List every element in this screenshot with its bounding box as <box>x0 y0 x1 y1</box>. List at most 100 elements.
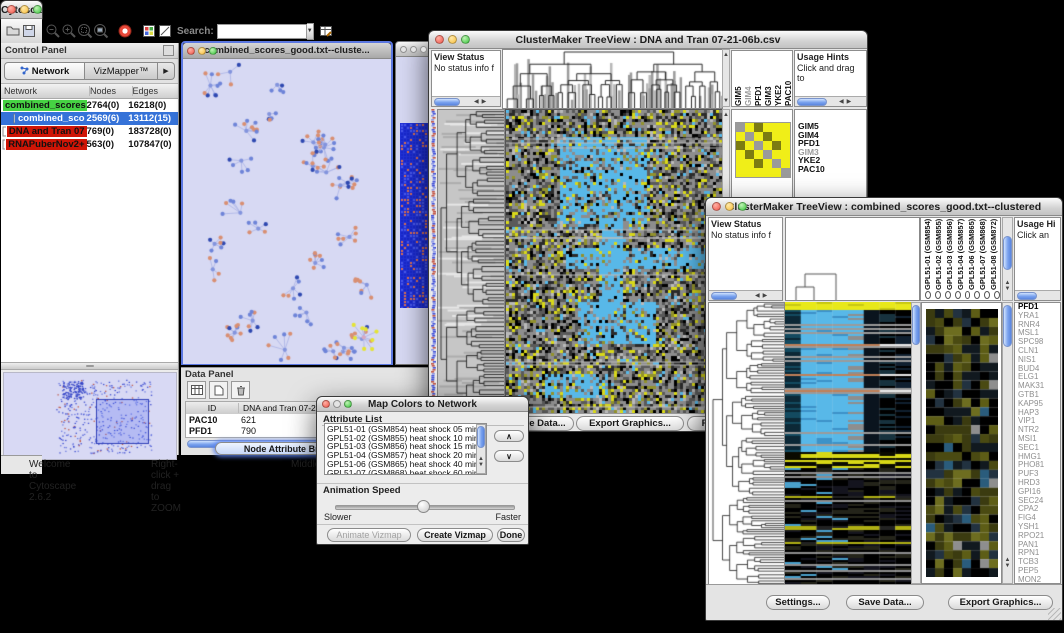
network-view-titlebar[interactable]: combined_scores_good.txt--cluste... <box>183 43 391 59</box>
scroll-left-icon[interactable]: ◀ <box>755 293 760 299</box>
attribute-list-scrollbar[interactable]: ▲ ▼ <box>476 424 486 474</box>
scroll-up-icon[interactable]: ▲ <box>723 52 729 58</box>
treeview2-titlebar[interactable]: ClusterMaker TreeView : combined_scores_… <box>706 198 1062 216</box>
scroll-right-icon[interactable]: ▶ <box>763 293 768 299</box>
network-row[interactable]: combined_scores 2764(0) 16218(0) <box>1 99 178 112</box>
export-graphics-button[interactable]: Export Graphics... <box>576 416 684 431</box>
float-panel-icon[interactable] <box>163 45 174 56</box>
col-nodes[interactable]: Nodes <box>90 86 133 96</box>
zoom-button[interactable] <box>209 47 217 55</box>
data-col-id[interactable]: ID <box>186 403 239 413</box>
network-row[interactable]: RNAPuberNov2+ 563(0) 107847(0) <box>1 138 178 151</box>
treeview2-global-heatmap[interactable] <box>785 302 911 584</box>
column-label[interactable]: PFD1 <box>754 52 764 106</box>
scroll-down-icon[interactable]: ▼ <box>1003 286 1012 292</box>
close-button[interactable] <box>712 202 721 211</box>
row-label[interactable]: PAC10 <box>798 165 866 174</box>
array-label[interactable]: GPL51-03 (GSM856) <box>944 218 955 290</box>
minimize-button[interactable] <box>725 202 734 211</box>
treeview1-gene-dendrogram[interactable] <box>437 109 505 414</box>
col-network[interactable]: Network <box>1 86 90 96</box>
export-graphics-button[interactable]: Export Graphics... <box>948 595 1053 610</box>
network-overview[interactable] <box>3 372 177 460</box>
treeview2-array-dendrogram[interactable] <box>785 217 920 301</box>
slider-thumb[interactable] <box>417 500 430 513</box>
scroll-down-icon[interactable]: ▼ <box>1003 563 1012 569</box>
array-label[interactable]: GPL51-07 (GSM868) <box>977 218 988 290</box>
close-button[interactable] <box>7 5 16 14</box>
create-vizmap-button[interactable]: Create Vizmap <box>417 528 493 542</box>
treeview2-gene-scrollbar[interactable]: ▲ ▼ <box>1002 302 1013 584</box>
new-attribute-icon[interactable] <box>209 381 228 399</box>
zoom-matrix[interactable] <box>735 122 791 178</box>
column-label[interactable]: PAC10 <box>784 52 793 106</box>
usage-hints-scrollbar[interactable]: ◀ ▶ <box>795 96 866 106</box>
save-icon[interactable] <box>21 22 37 41</box>
close-button[interactable] <box>187 47 195 55</box>
treeview2-gene-dendrogram[interactable] <box>708 302 785 586</box>
treeview1-titlebar[interactable]: ClusterMaker TreeView : DNA and Tran 07-… <box>429 31 867 49</box>
animation-speed-slider[interactable] <box>335 500 513 512</box>
scroll-left-icon[interactable]: ◀ <box>474 99 479 105</box>
scroll-right-icon[interactable]: ▶ <box>482 99 487 105</box>
scroll-down-icon[interactable]: ▼ <box>723 98 729 104</box>
scroll-right-icon[interactable]: ▶ <box>847 99 852 105</box>
treeview1-column-dendrogram[interactable] <box>502 49 723 109</box>
network-canvas[interactable] <box>183 59 391 364</box>
attribute-item[interactable]: GPL51-07 (GSM868) heat shock 60 min <box>327 469 484 475</box>
zoom-button[interactable] <box>344 400 352 408</box>
vizmapper-icon[interactable] <box>141 22 157 41</box>
zoom-in-icon[interactable] <box>61 22 77 41</box>
scroll-down-icon[interactable]: ▼ <box>477 462 485 468</box>
dense-network-canvas[interactable] <box>400 123 428 308</box>
tab-overflow-arrow[interactable]: ▶ <box>158 62 175 80</box>
array-label[interactable]: GPL51-02 (GSM855) <box>933 218 944 290</box>
view-status-scrollbar[interactable]: ◀ ▶ <box>709 290 782 300</box>
tab-vizmapper[interactable]: VizMapper™ <box>85 62 158 80</box>
minimize-button[interactable] <box>410 46 417 53</box>
minimize-button[interactable] <box>333 400 341 408</box>
col-edges[interactable]: Edges <box>133 86 178 96</box>
zoom-button[interactable] <box>420 46 427 53</box>
array-label[interactable]: GPL51-04 (GSM857) <box>955 218 966 290</box>
array-label[interactable]: GPL51-08 (GSM872) <box>988 218 999 290</box>
move-down-button[interactable]: ∨ <box>494 450 524 462</box>
panel-divider[interactable] <box>1 362 178 370</box>
view-status-scrollbar[interactable]: ◀ ▶ <box>432 96 500 106</box>
attribute-browser-icon[interactable] <box>318 22 334 41</box>
treeview2-header-scrollbar[interactable]: ▲ ▼ <box>1002 217 1013 301</box>
column-label[interactable]: GIM3 <box>764 52 774 106</box>
search-dropdown-arrow[interactable]: ▼ <box>307 23 314 40</box>
network-row[interactable]: DNA and Tran 07 769(0) 183728(0) <box>1 125 178 138</box>
treeview2-heatmap-scrollbar[interactable] <box>911 302 921 584</box>
close-button[interactable] <box>400 46 407 53</box>
cytoscape-titlebar[interactable]: Cytoscape Desktop (Session Name: collins… <box>1 1 42 19</box>
search-input[interactable] <box>217 24 307 39</box>
table-view-icon[interactable] <box>187 381 206 399</box>
treeview1-header-scroll[interactable]: ▲ ▼ <box>722 49 730 107</box>
animate-vizmap-button[interactable]: Animate Vizmap <box>327 528 411 542</box>
scroll-up-icon[interactable]: ▲ <box>723 112 729 118</box>
dialog-titlebar[interactable]: Map Colors to Network <box>317 397 528 412</box>
open-file-icon[interactable] <box>5 22 21 41</box>
trash-icon[interactable] <box>231 381 250 399</box>
gene-label[interactable]: MON2 <box>1015 576 1060 584</box>
usage-hints-scrollbar[interactable] <box>1015 290 1060 300</box>
zoom-button[interactable] <box>461 35 470 44</box>
background-window-titlebar[interactable] <box>396 42 432 57</box>
column-label[interactable]: YKE2 <box>774 52 784 106</box>
column-label[interactable]: GIM5 <box>734 52 744 106</box>
save-data-button[interactable]: Save Data... <box>846 595 924 610</box>
zoom-region-icon[interactable] <box>77 22 93 41</box>
array-label[interactable]: GPL51-06 (GSM865) <box>966 218 977 290</box>
treeview1-global-heatmap[interactable] <box>505 109 724 414</box>
resize-grip[interactable] <box>1048 608 1061 621</box>
scroll-left-icon[interactable]: ◀ <box>839 99 844 105</box>
zoom-out-icon[interactable] <box>45 22 61 41</box>
done-button[interactable]: Done <box>497 528 525 542</box>
move-up-button[interactable]: ∧ <box>494 430 524 442</box>
minimize-button[interactable] <box>198 47 206 55</box>
help-icon[interactable] <box>117 22 133 41</box>
settings-button[interactable]: Settings... <box>766 595 830 610</box>
minimize-button[interactable] <box>20 5 29 14</box>
